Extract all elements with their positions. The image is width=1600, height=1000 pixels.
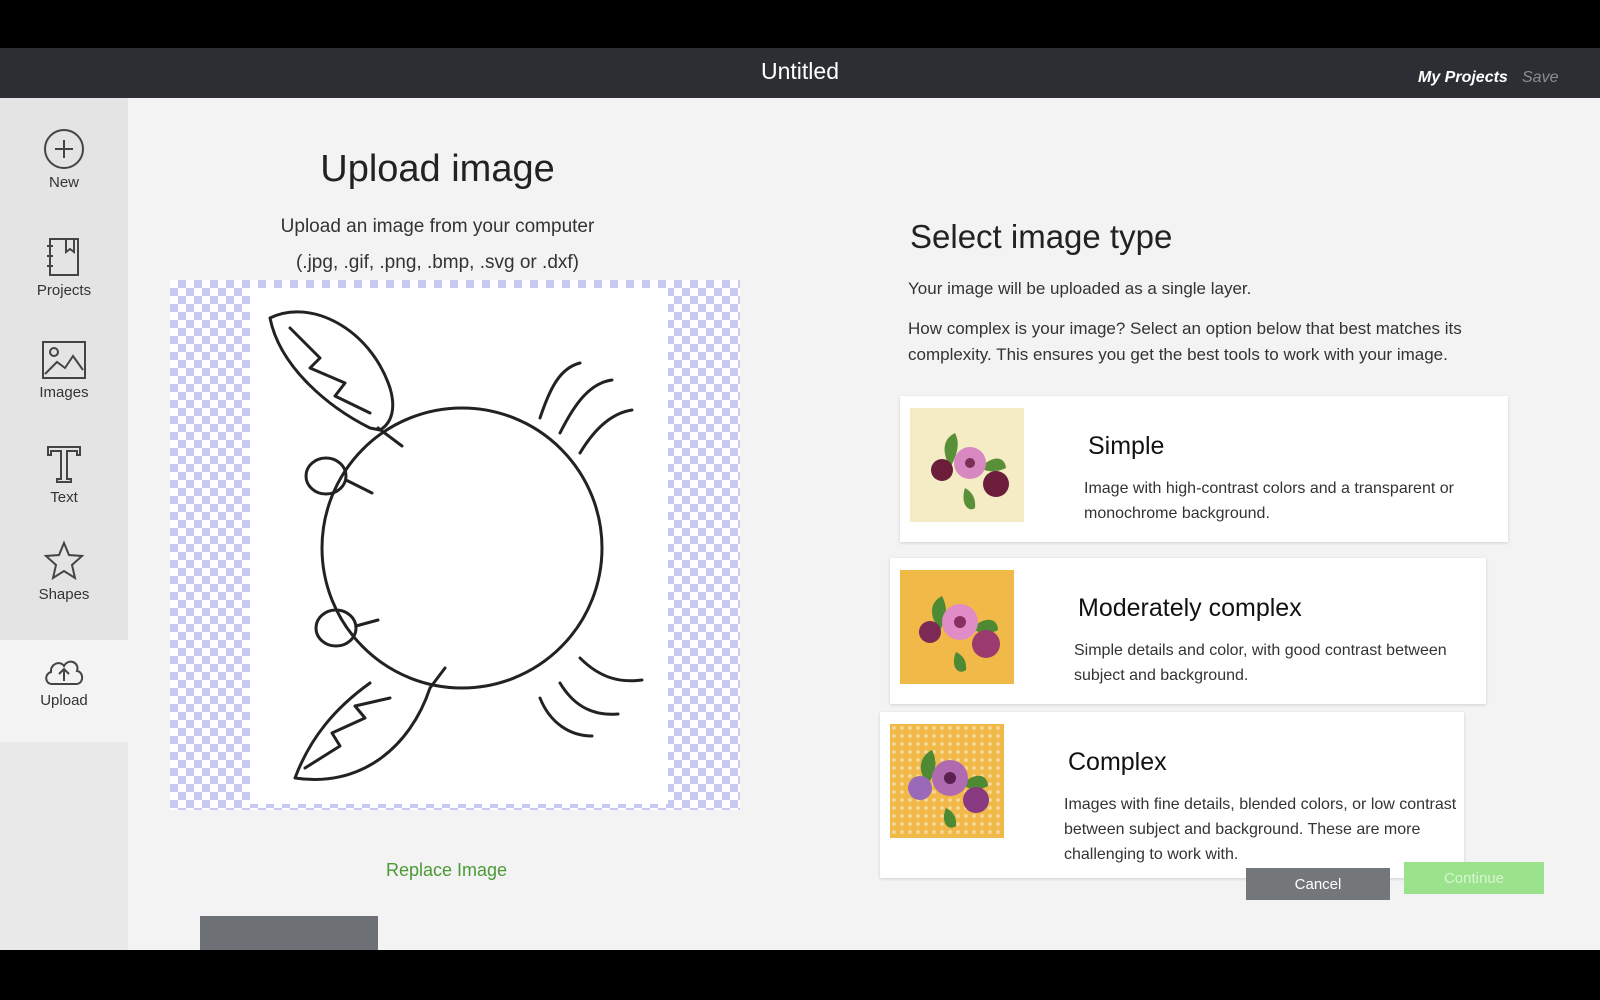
- plus-circle-icon: [44, 129, 84, 169]
- sidebar-item-label: Images: [39, 384, 89, 401]
- sidebar-item-projects[interactable]: Projects: [0, 236, 128, 299]
- continue-button[interactable]: Continue: [1404, 862, 1544, 894]
- sidebar-item-label: Upload: [40, 692, 88, 709]
- option-title: Complex: [1068, 748, 1167, 776]
- flower-icon: [919, 596, 1000, 672]
- my-projects-link[interactable]: My Projects: [1418, 69, 1508, 87]
- sidebar-item-label: New: [48, 174, 79, 191]
- option-simple[interactable]: Simple Image with high-contrast colors a…: [900, 396, 1508, 542]
- flower-icon: [908, 750, 989, 828]
- option-description: Simple details and color, with good cont…: [1074, 642, 1447, 684]
- cancel-button[interactable]: Cancel: [1246, 868, 1390, 900]
- option-description: Images with fine details, blended colors…: [1064, 796, 1457, 863]
- sidebar-item-images[interactable]: Images: [0, 340, 128, 401]
- option-description: Image with high-contrast colors and a tr…: [1084, 480, 1454, 522]
- star-shape-icon: [43, 540, 85, 581]
- save-button[interactable]: Save: [1522, 69, 1558, 87]
- image-icon: [42, 341, 86, 379]
- app-window: Untitled My Projects Save New Projects I…: [0, 48, 1600, 950]
- text-T-icon: [47, 446, 81, 483]
- sidebar-item-label: Shapes: [38, 586, 90, 603]
- option-complex[interactable]: Complex Images with fine details, blende…: [880, 712, 1464, 878]
- option-title: Moderately complex: [1078, 594, 1302, 622]
- cloud-upload-icon: [45, 660, 84, 685]
- option-title: Simple: [1088, 432, 1165, 460]
- image-preview-canvas: [250, 288, 668, 804]
- single-layer-note: Your image will be uploaded as a single …: [908, 279, 1252, 298]
- sidebar-item-text[interactable]: Text: [0, 443, 128, 506]
- sidebar-item-label: Projects: [36, 282, 92, 299]
- moderately-complex-thumbnail: [900, 570, 1014, 684]
- crab-drawing: [268, 310, 644, 781]
- notebook-icon: [47, 238, 79, 276]
- bottom-button-partial[interactable]: [200, 916, 378, 950]
- select-type-title: Select image type: [910, 218, 1173, 255]
- sidebar-item-label: Text: [50, 489, 78, 506]
- image-preview: [170, 280, 740, 810]
- sidebar-item-new[interactable]: New: [0, 128, 128, 191]
- sidebar-item-upload[interactable]: Upload: [0, 640, 128, 742]
- simple-thumbnail: [910, 408, 1024, 522]
- sidebar-item-shapes[interactable]: Shapes: [0, 540, 128, 603]
- upload-subtitle: Upload an image from your computer: [280, 216, 595, 237]
- top-bar: Untitled My Projects Save: [0, 48, 1600, 98]
- upload-title: Upload image: [320, 148, 555, 190]
- complexity-question: How complex is your image? Select an opt…: [908, 319, 1462, 364]
- project-title: Untitled: [761, 58, 839, 84]
- upload-formats: (.jpg, .gif, .png, .bmp, .svg or .dxf): [295, 252, 579, 273]
- complex-thumbnail: [890, 724, 1004, 838]
- option-moderately-complex[interactable]: Moderately complex Simple details and co…: [890, 558, 1486, 704]
- flower-icon: [931, 433, 1009, 510]
- replace-image-link[interactable]: Replace Image: [386, 860, 507, 881]
